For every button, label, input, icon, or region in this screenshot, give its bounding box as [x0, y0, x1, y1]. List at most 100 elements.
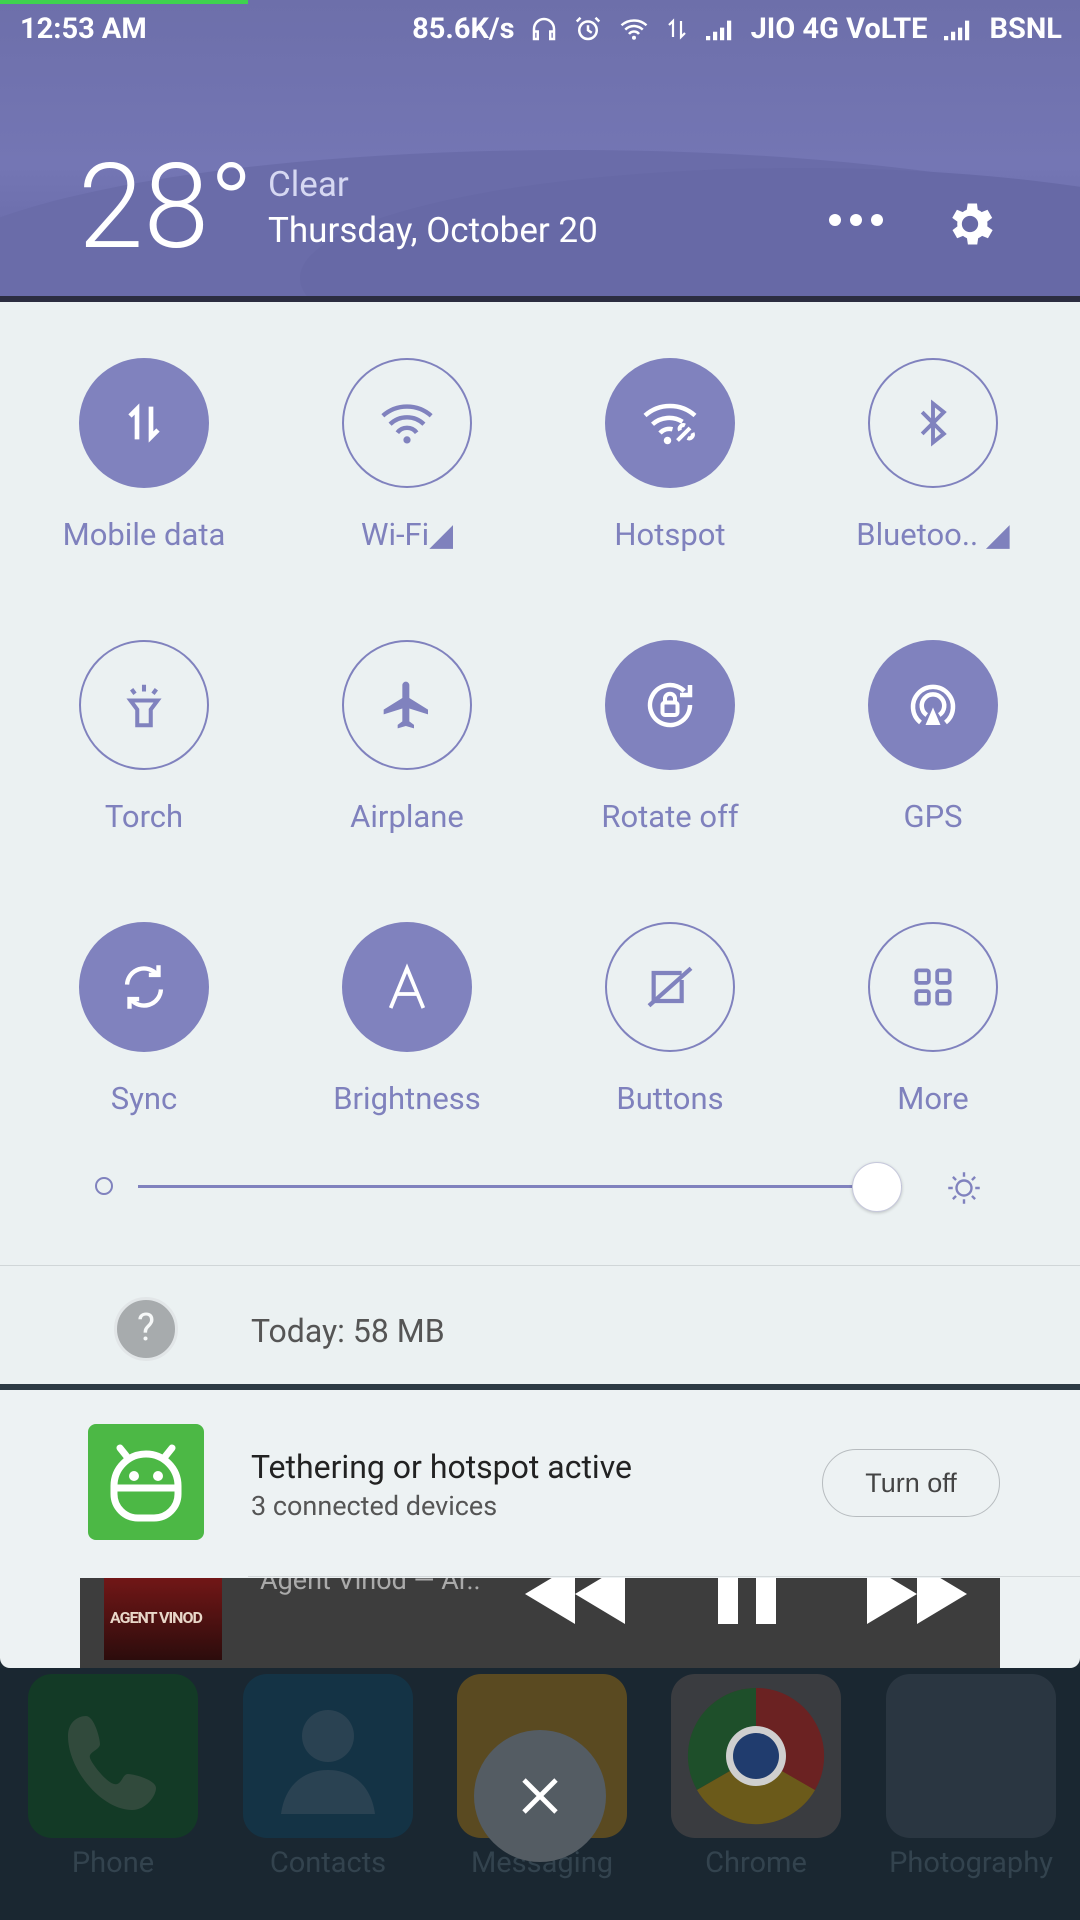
album-art: AGENT VINOD	[104, 1578, 222, 1660]
tile-torch[interactable]: Torch	[44, 640, 244, 835]
tile-gps[interactable]: GPS	[833, 640, 1033, 835]
tile-label: Sync	[110, 1080, 178, 1117]
brightness-max-icon	[948, 1172, 980, 1204]
buttons-icon	[647, 966, 693, 1008]
tile-buttons[interactable]: Buttons	[570, 922, 770, 1117]
temperature[interactable]: 28°	[78, 148, 254, 266]
dock-label: Photography	[889, 1846, 1053, 1880]
tile-label: Bluetoo.. ◢	[856, 516, 1010, 553]
data-transfer-icon	[667, 18, 686, 40]
tile-toggle[interactable]	[342, 640, 472, 770]
signal-icon	[705, 20, 731, 41]
network-speed: 85.6K/s	[412, 12, 515, 46]
tile-label: Buttons	[616, 1080, 724, 1117]
notification-title: Tethering or hotspot active	[251, 1448, 632, 1486]
tile-label: Airplane	[350, 798, 464, 835]
tile-label: Wi-Fi◢	[360, 516, 454, 553]
phone-icon	[68, 1716, 156, 1810]
network-operator-1: JIO 4G VoLTE	[750, 12, 928, 46]
dock-label: Phone	[71, 1846, 155, 1880]
tile-toggle[interactable]	[79, 358, 209, 488]
more-options-icon[interactable]	[825, 208, 887, 232]
tile-toggle[interactable]	[605, 640, 735, 770]
notification-shade-header: 12:53 AM 85.6K/s JIO 4G VoLTE BSNL 28° C…	[0, 0, 1080, 302]
tile-wifi[interactable]: Wi-Fi◢	[307, 358, 507, 553]
tile-toggle[interactable]	[868, 358, 998, 488]
alarm-icon	[575, 16, 600, 41]
progress-strip	[0, 0, 248, 4]
tile-rotate[interactable]: Rotate off	[570, 640, 770, 835]
rotate-lock-icon	[647, 682, 693, 728]
tile-label: More	[897, 1080, 969, 1117]
brightness-auto-icon	[388, 963, 426, 1009]
network-operator-2: BSNL	[989, 12, 1062, 46]
android-icon	[110, 1444, 182, 1522]
wifi-icon	[381, 404, 433, 444]
tile-toggle[interactable]	[342, 922, 472, 1052]
tile-label: Rotate off	[601, 798, 739, 835]
tile-label: Mobile data	[62, 516, 226, 553]
status-bar: 12:53 AM 85.6K/s JIO 4G VoLTE BSNL	[0, 8, 1080, 52]
notification-subtitle: 3 connected devices	[251, 1490, 498, 1522]
mobile-data-icon	[128, 403, 160, 443]
dock-label: Contacts	[269, 1846, 387, 1880]
hotspot-status-icon	[620, 19, 647, 40]
headphones-icon	[532, 17, 555, 41]
contacts-icon[interactable]	[243, 1674, 413, 1838]
tile-toggle[interactable]	[79, 922, 209, 1052]
dock-label: Chrome	[705, 1846, 807, 1880]
tile-airplane[interactable]: Airplane	[307, 640, 507, 835]
quick-settings-panel: Mobile data Wi-Fi◢ Hotspot Bluetoo.. ◢ T…	[0, 302, 1080, 1390]
next-icon[interactable]	[862, 1578, 972, 1624]
more-grid-icon	[914, 968, 952, 1006]
tile-label: GPS	[903, 798, 963, 835]
android-app-icon	[88, 1424, 204, 1540]
tile-label: Torch	[104, 798, 184, 835]
section-divider	[0, 1265, 1080, 1266]
hotspot-icon	[643, 403, 697, 445]
contacts-icon	[281, 1710, 375, 1814]
pause-icon[interactable]	[708, 1578, 788, 1624]
bluetooth-icon	[920, 399, 947, 447]
help-icon[interactable]: ?	[114, 1297, 178, 1361]
tile-toggle[interactable]	[605, 922, 735, 1052]
status-time: 12:53 AM	[20, 12, 147, 46]
tile-sync[interactable]: Sync	[44, 922, 244, 1117]
brightness-min-icon	[95, 1177, 113, 1195]
tile-bluetooth[interactable]: Bluetoo.. ◢	[833, 358, 1033, 553]
previous-icon[interactable]	[520, 1578, 630, 1624]
brightness-slider-thumb[interactable]	[852, 1162, 902, 1212]
chrome-icon[interactable]	[671, 1674, 841, 1838]
signal-icon	[944, 20, 970, 41]
settings-gear-icon[interactable]	[942, 196, 998, 252]
media-title: Agent Vinod — Ar..	[260, 1578, 481, 1596]
phone-icon[interactable]	[28, 1674, 198, 1838]
tile-mobile-data[interactable]: Mobile data	[44, 358, 244, 553]
tile-label: Hotspot	[614, 516, 726, 553]
data-usage-text[interactable]: Today: 58 MB	[251, 1312, 445, 1350]
tile-toggle[interactable]	[868, 640, 998, 770]
tile-hotspot[interactable]: Hotspot	[570, 358, 770, 553]
tile-toggle[interactable]	[79, 640, 209, 770]
tile-toggle[interactable]	[868, 922, 998, 1052]
album-art-text: AGENT VINOD	[110, 1608, 203, 1627]
close-icon	[522, 1778, 558, 1814]
tile-label: Brightness	[333, 1080, 481, 1117]
tile-toggle[interactable]	[605, 358, 735, 488]
sync-icon	[124, 965, 164, 1009]
close-button[interactable]	[474, 1730, 606, 1862]
airplane-icon	[383, 681, 428, 729]
media-notification[interactable]: AGENT VINOD Agent Vinod — Ar..	[80, 1578, 1000, 1668]
turn-off-button[interactable]: Turn off	[822, 1449, 1000, 1517]
folder-icon[interactable]	[886, 1674, 1056, 1838]
weather-condition[interactable]: Clear	[268, 164, 349, 205]
notification-divider	[248, 1576, 1080, 1577]
brightness-slider-track[interactable]	[138, 1185, 902, 1188]
tile-brightness[interactable]: Brightness	[307, 922, 507, 1117]
date-label[interactable]: Thursday, October 20	[268, 210, 598, 251]
gps-icon	[910, 684, 956, 725]
tile-more[interactable]: More	[833, 922, 1033, 1117]
status-icons: 85.6K/s JIO 4G VoLTE BSNL	[412, 12, 1062, 46]
tile-toggle[interactable]	[342, 358, 472, 488]
chrome-icon	[687, 1687, 825, 1825]
